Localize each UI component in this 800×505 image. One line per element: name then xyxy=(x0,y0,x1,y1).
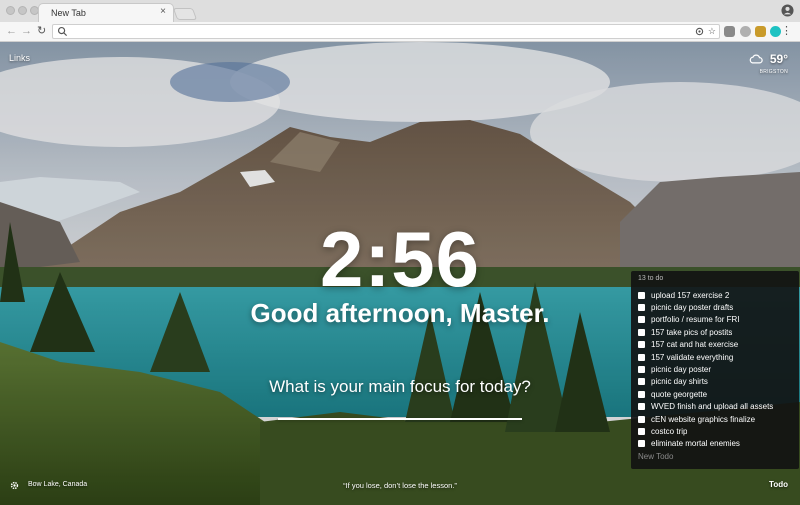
todo-checkbox[interactable] xyxy=(638,353,645,361)
todo-item-label: 157 cat and hat exercise xyxy=(651,340,739,350)
todo-item-label: quote georgette xyxy=(651,389,708,399)
todo-item[interactable]: upload 157 exercise 2 xyxy=(638,289,796,301)
extension-shield-icon[interactable] xyxy=(724,26,735,37)
todo-item-label: costco trip xyxy=(651,426,688,436)
back-arrow-icon[interactable]: ← xyxy=(6,24,17,38)
browser-window: New Tab × ← → ↻ ☆ ⋮ Links 59° BRIGSTON 2… xyxy=(0,0,800,505)
forward-arrow-icon[interactable]: → xyxy=(21,24,32,38)
todo-item[interactable]: cEN website graphics finalize xyxy=(638,413,796,425)
extension-circle-icon[interactable] xyxy=(740,26,751,37)
todo-checkbox[interactable] xyxy=(638,366,645,374)
weather-location: BRIGSTON xyxy=(759,69,788,75)
todo-item[interactable]: WVED finish and upload all assets xyxy=(638,401,796,413)
tab-strip: New Tab × xyxy=(0,0,800,22)
todo-item[interactable]: 157 cat and hat exercise xyxy=(638,339,796,351)
todo-item[interactable]: 157 take pics of postits xyxy=(638,326,796,338)
location-target-icon[interactable] xyxy=(695,27,704,36)
reload-icon[interactable]: ↻ xyxy=(37,24,46,38)
todo-checkbox[interactable] xyxy=(638,304,645,312)
weather-temperature: 59° xyxy=(769,51,788,66)
new-tab-button[interactable] xyxy=(172,8,198,20)
todo-item[interactable]: 157 validate everything xyxy=(638,351,796,363)
tab-close-button[interactable]: × xyxy=(160,7,166,17)
todo-checkbox[interactable] xyxy=(638,415,645,423)
todo-item[interactable]: eliminate mortal enemies xyxy=(638,438,796,450)
todo-list: upload 157 exercise 2 picnic day poster d… xyxy=(638,289,796,450)
search-icon xyxy=(57,26,68,37)
todo-item[interactable]: costco trip xyxy=(638,425,796,437)
daily-quote: “If you lose, don’t lose the lesson.” xyxy=(343,481,457,490)
new-todo-input[interactable] xyxy=(638,452,788,461)
todo-item[interactable]: picnic day poster xyxy=(638,363,796,375)
extension-teal-icon[interactable] xyxy=(770,26,781,37)
bookmark-star-icon[interactable]: ☆ xyxy=(708,26,716,37)
close-window-button[interactable] xyxy=(6,6,15,15)
todo-item-label: 157 take pics of postits xyxy=(651,327,733,337)
todo-item[interactable]: quote georgette xyxy=(638,388,796,400)
menu-kebab-icon[interactable]: ⋮ xyxy=(781,24,792,38)
tab-new-tab[interactable]: New Tab × xyxy=(38,3,174,22)
profile-icon[interactable] xyxy=(781,4,794,17)
todo-checkbox[interactable] xyxy=(638,390,645,398)
todo-count: 13 to do xyxy=(638,275,664,282)
todo-toggle-button[interactable]: Todo xyxy=(769,480,788,489)
focus-input[interactable] xyxy=(278,418,522,420)
todo-item[interactable]: picnic day shirts xyxy=(638,376,796,388)
todo-checkbox[interactable] xyxy=(638,328,645,336)
links-button[interactable]: Links xyxy=(9,53,30,63)
todo-panel: 13 to do upload 157 exercise 2 picnic day… xyxy=(631,271,799,469)
todo-checkbox[interactable] xyxy=(638,440,645,448)
todo-checkbox[interactable] xyxy=(638,341,645,349)
todo-item-label: picnic day shirts xyxy=(651,377,708,387)
minimize-window-button[interactable] xyxy=(18,6,27,15)
cloud-icon xyxy=(750,54,764,64)
todo-item-label: upload 157 exercise 2 xyxy=(651,290,730,300)
todo-item-label: eliminate mortal enemies xyxy=(651,439,740,449)
new-tab-page: Links 59° BRIGSTON 2:56 Good afternoon, … xyxy=(0,42,800,505)
browser-toolbar: ← → ↻ ☆ ⋮ xyxy=(0,22,800,42)
tab-title: New Tab xyxy=(51,8,86,18)
extension-gold-icon[interactable] xyxy=(755,26,766,37)
todo-item-label: cEN website graphics finalize xyxy=(651,414,756,424)
todo-checkbox[interactable] xyxy=(638,291,645,299)
todo-checkbox[interactable] xyxy=(638,403,645,411)
todo-item-label: picnic day poster xyxy=(651,365,712,375)
todo-item-label: portfolio / resume for FRI xyxy=(651,315,740,325)
weather-widget[interactable]: 59° BRIGSTON xyxy=(749,50,788,75)
todo-item-label: WVED finish and upload all assets xyxy=(651,402,774,412)
todo-item-label: 157 validate everything xyxy=(651,352,734,362)
address-bar[interactable]: ☆ xyxy=(52,24,720,39)
todo-item-label: picnic day poster drafts xyxy=(651,303,734,313)
todo-item[interactable]: picnic day poster drafts xyxy=(638,301,796,313)
todo-checkbox[interactable] xyxy=(638,378,645,386)
todo-checkbox[interactable] xyxy=(638,316,645,324)
todo-checkbox[interactable] xyxy=(638,427,645,435)
todo-item[interactable]: portfolio / resume for FRI xyxy=(638,314,796,326)
